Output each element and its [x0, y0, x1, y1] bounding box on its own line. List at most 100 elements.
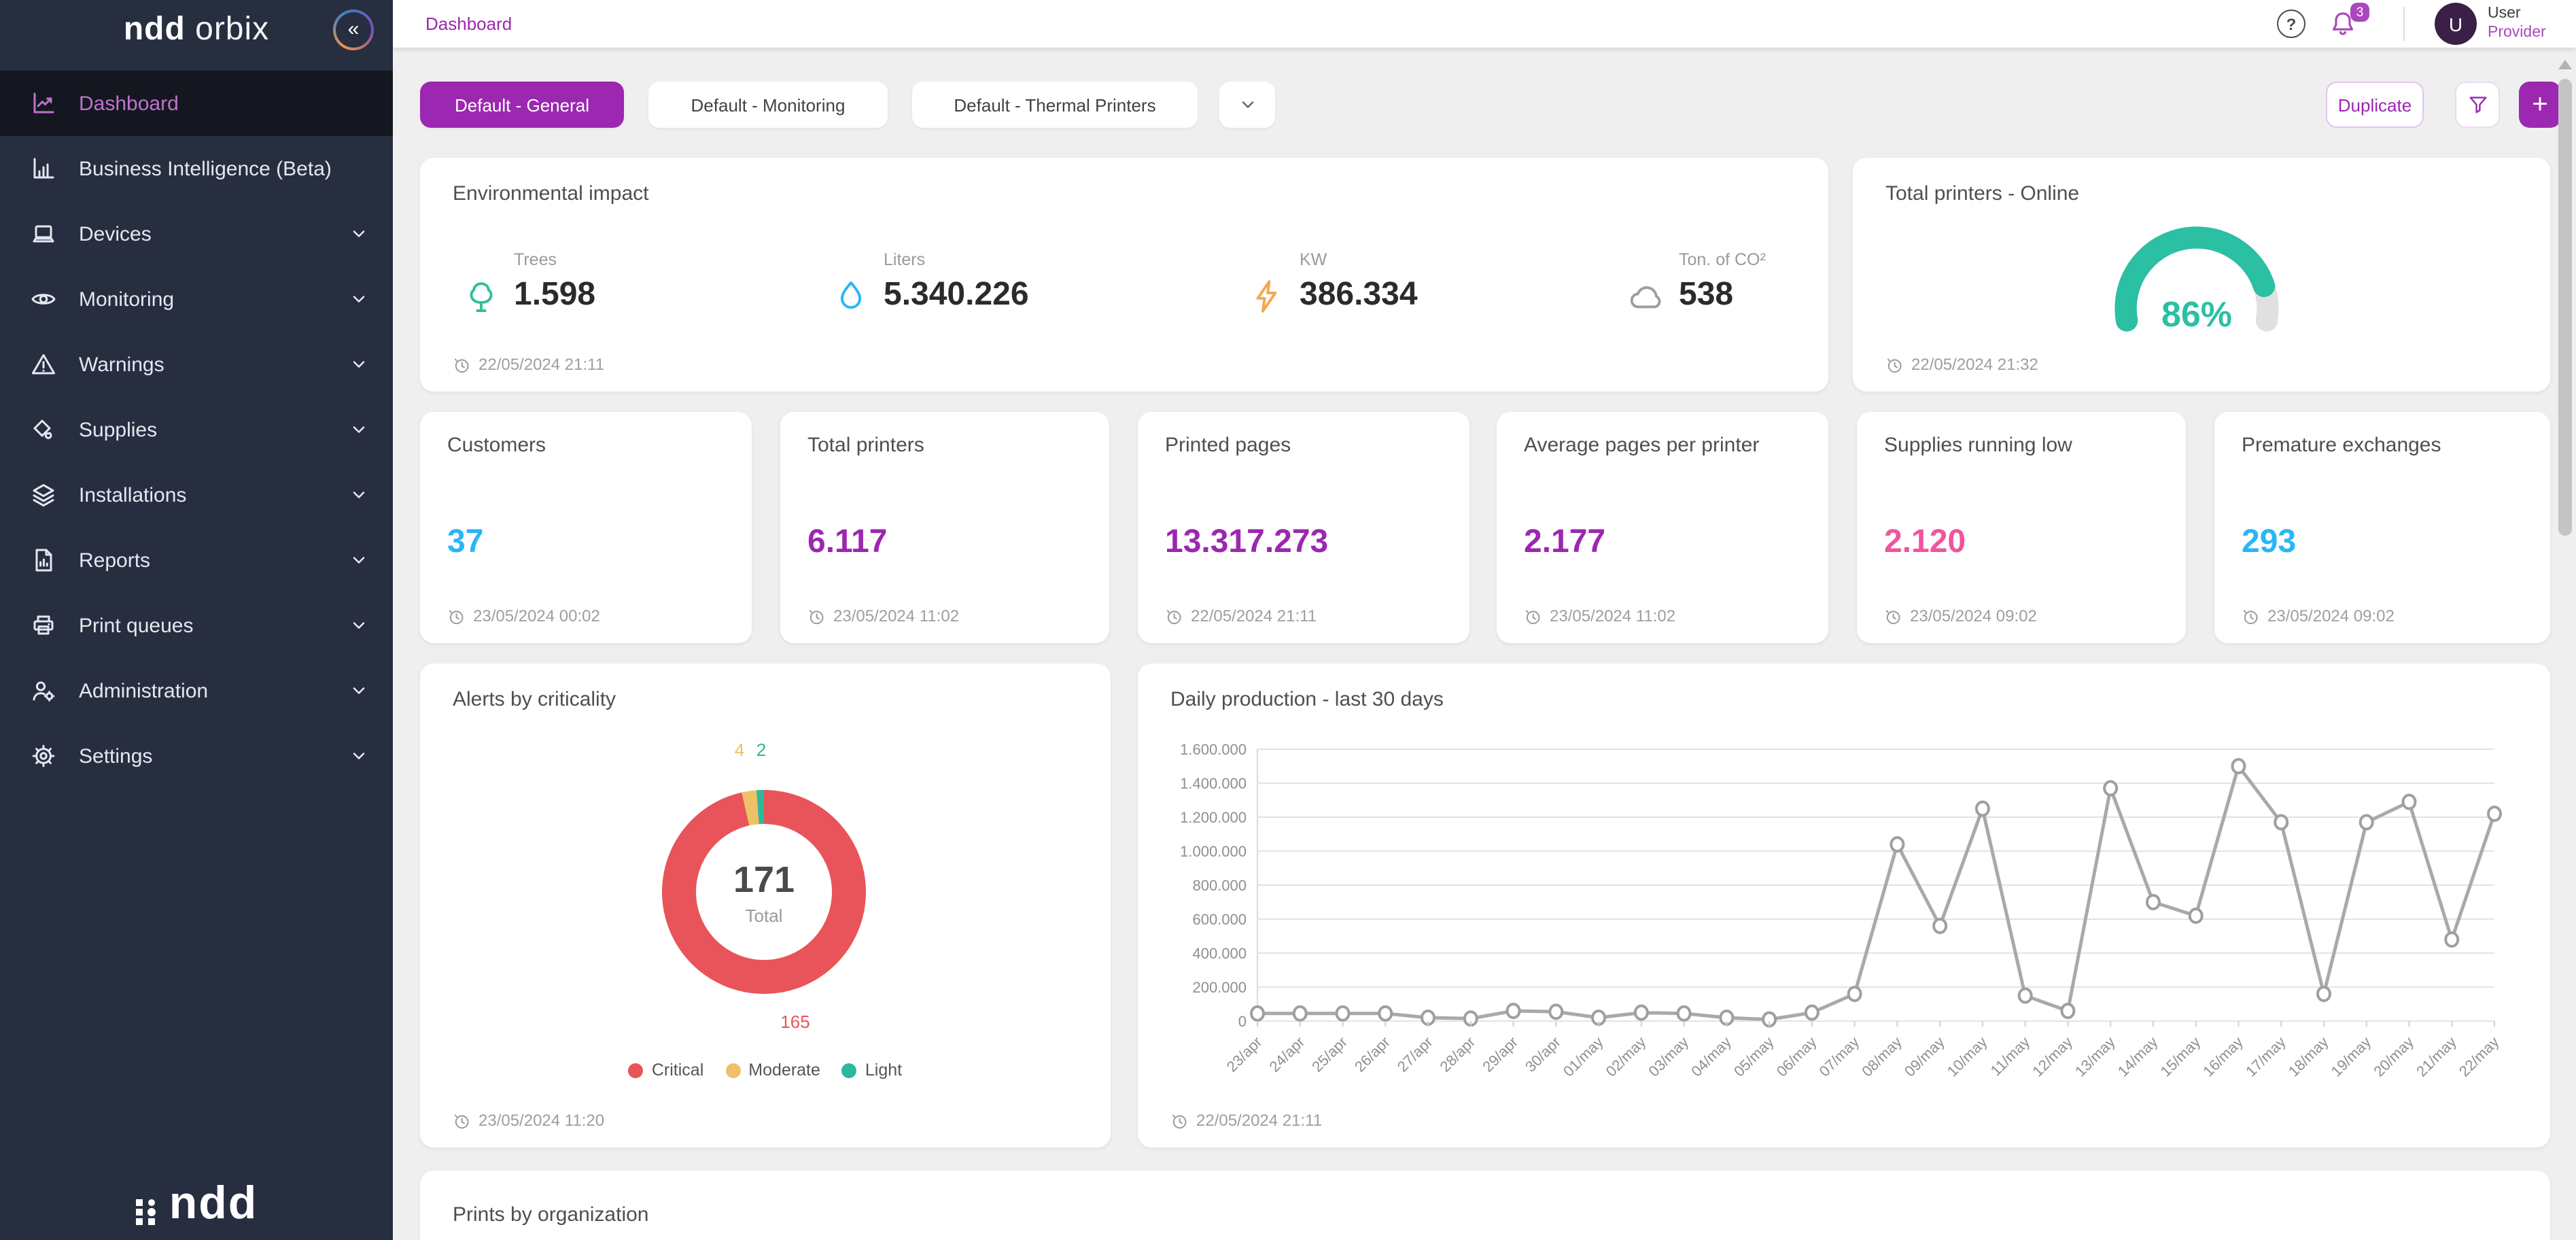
history-clock-icon	[1165, 607, 1183, 625]
sidebar-item-print-queues[interactable]: Print queues	[0, 593, 393, 658]
sidebar-item-supplies[interactable]: Supplies	[0, 397, 393, 462]
card-timestamp: 23/05/2024 11:20	[453, 1111, 604, 1130]
filter-funnel-icon	[2467, 94, 2488, 116]
card-daily-production: Daily production - last 30 days 1.600.00…	[1138, 664, 2550, 1148]
eye-icon	[30, 286, 57, 313]
breadcrumb[interactable]: Dashboard	[425, 14, 512, 34]
donut-total-label: Total	[746, 905, 783, 925]
chevrons-left-icon: «	[336, 12, 371, 48]
printer-icon	[30, 612, 57, 639]
sidebar-item-monitoring[interactable]: Monitoring	[0, 266, 393, 332]
card-title: Daily production - last 30 days	[1170, 688, 1444, 711]
report-document-icon	[30, 547, 57, 574]
top-header: Dashboard ? 3 U User Provider	[393, 0, 2576, 48]
sidebar-item-dashboard[interactable]: Dashboard	[0, 71, 393, 136]
ndd-logo-dots-icon	[135, 1191, 160, 1226]
card-kpi-total-printers: Total printers 6.117 23/05/2024 11:02	[780, 412, 1109, 643]
svg-text:24/apr: 24/apr	[1266, 1033, 1308, 1075]
svg-text:08/may: 08/may	[1858, 1033, 1905, 1080]
history-clock-icon	[453, 1112, 470, 1129]
user-avatar[interactable]: U	[2435, 3, 2477, 45]
card-kpi-supplies-low: Supplies running low 2.120 23/05/2024 09…	[1857, 412, 2186, 643]
scrollbar-thumb[interactable]	[2558, 79, 2572, 536]
sidebar-item-label: Supplies	[79, 418, 157, 441]
kpi-title: Customers	[447, 434, 546, 457]
sidebar-item-label: Monitoring	[79, 288, 174, 311]
sidebar-item-devices[interactable]: Devices	[0, 201, 393, 266]
sidebar-item-label: Print queues	[79, 614, 193, 637]
tab-default-thermal-printers[interactable]: Default - Thermal Printers	[912, 82, 1198, 128]
svg-text:13/may: 13/may	[2072, 1033, 2119, 1080]
svg-text:0: 0	[1238, 1013, 1247, 1030]
svg-text:23/apr: 23/apr	[1223, 1033, 1266, 1075]
kpi-value: 2.120	[1884, 523, 1966, 562]
metric-co2: Ton. of CO² 538	[1679, 250, 1766, 314]
svg-text:800.000: 800.000	[1192, 877, 1247, 894]
donut-total-value: 171	[733, 859, 795, 901]
sidebar-item-label: Settings	[79, 744, 152, 768]
svg-text:600.000: 600.000	[1192, 911, 1247, 928]
logo-bold: ndd	[124, 11, 186, 48]
kpi-title: Average pages per printer	[1524, 434, 1759, 457]
history-clock-icon	[1885, 356, 1903, 373]
kpi-value: 13.317.273	[1165, 523, 1328, 562]
tab-default-general[interactable]: Default - General	[420, 82, 624, 128]
sidebar-item-warnings[interactable]: Warnings	[0, 332, 393, 397]
card-kpi-printed-pages: Printed pages 13.317.273 22/05/2024 21:1…	[1138, 412, 1469, 643]
notification-count-badge: 3	[2350, 3, 2369, 22]
cloud-icon	[1627, 277, 1665, 315]
metric-kw: KW 386.334	[1300, 250, 1418, 314]
duplicate-button[interactable]: Duplicate	[2326, 82, 2424, 128]
sidebar-item-installations[interactable]: Installations	[0, 462, 393, 528]
scrollbar-up-arrow[interactable]	[2558, 60, 2572, 69]
layers-icon	[30, 481, 57, 509]
tree-icon	[462, 277, 500, 315]
svg-text:1.200.000: 1.200.000	[1180, 809, 1247, 826]
svg-text:16/may: 16/may	[2199, 1033, 2246, 1080]
main-content: Default - General Default - Monitoring D…	[393, 48, 2576, 1240]
sidebar-item-settings[interactable]: Settings	[0, 723, 393, 789]
header-divider	[2403, 7, 2405, 41]
card-timestamp: 23/05/2024 11:02	[807, 606, 959, 625]
card-timestamp: 22/05/2024 21:11	[453, 355, 604, 374]
more-tabs-button[interactable]	[1219, 82, 1275, 128]
tab-default-monitoring[interactable]: Default - Monitoring	[648, 82, 888, 128]
donut-label-critical: 165	[768, 1012, 822, 1032]
svg-text:01/may: 01/may	[1560, 1033, 1607, 1080]
legend-dot	[842, 1063, 857, 1078]
bar-chart-icon	[30, 155, 57, 182]
help-icon[interactable]: ?	[2277, 10, 2305, 38]
history-clock-icon	[447, 607, 465, 625]
chevron-down-icon	[349, 746, 368, 765]
sidebar-item-administration[interactable]: Administration	[0, 658, 393, 723]
add-dashboard-button[interactable]: +	[2519, 82, 2561, 128]
svg-text:17/may: 17/may	[2242, 1033, 2289, 1080]
daily-production-line-chart: 1.600.0001.400.0001.200.0001.000.000800.…	[1149, 723, 2522, 1131]
sidebar-item-reports[interactable]: Reports	[0, 528, 393, 593]
card-kpi-customers: Customers 37 23/05/2024 00:02	[420, 412, 752, 643]
svg-text:10/may: 10/may	[1944, 1033, 1991, 1080]
kpi-title: Premature exchanges	[2242, 434, 2441, 457]
kpi-title: Total printers	[807, 434, 924, 457]
svg-text:04/may: 04/may	[1688, 1033, 1735, 1080]
history-clock-icon	[1524, 607, 1542, 625]
svg-text:21/may: 21/may	[2413, 1033, 2460, 1080]
history-clock-icon	[2242, 607, 2259, 625]
user-role: Provider	[2488, 23, 2546, 42]
metric-value: 386.334	[1300, 276, 1418, 314]
legend-item-moderate: Moderate	[725, 1061, 820, 1080]
history-clock-icon	[453, 356, 470, 373]
sidebar-collapse-button[interactable]: «	[333, 10, 374, 50]
ndd-footer-logo: ndd	[0, 1180, 393, 1226]
sidebar-item-business-intelligence[interactable]: Business Intelligence (Beta)	[0, 136, 393, 201]
sidebar-item-label: Reports	[79, 549, 150, 572]
donut-legend: Critical Moderate Light	[420, 1061, 1111, 1080]
metric-value: 5.340.226	[884, 276, 1029, 314]
user-info[interactable]: User Provider	[2488, 4, 2546, 42]
kpi-value: 6.117	[807, 523, 887, 562]
card-alerts-by-criticality: Alerts by criticality 4 2 171 Total 165 …	[420, 664, 1111, 1148]
sidebar-item-label: Administration	[79, 679, 208, 702]
svg-text:14/may: 14/may	[2114, 1033, 2161, 1080]
metric-liters: Liters 5.340.226	[884, 250, 1029, 314]
filter-button[interactable]	[2455, 82, 2500, 128]
